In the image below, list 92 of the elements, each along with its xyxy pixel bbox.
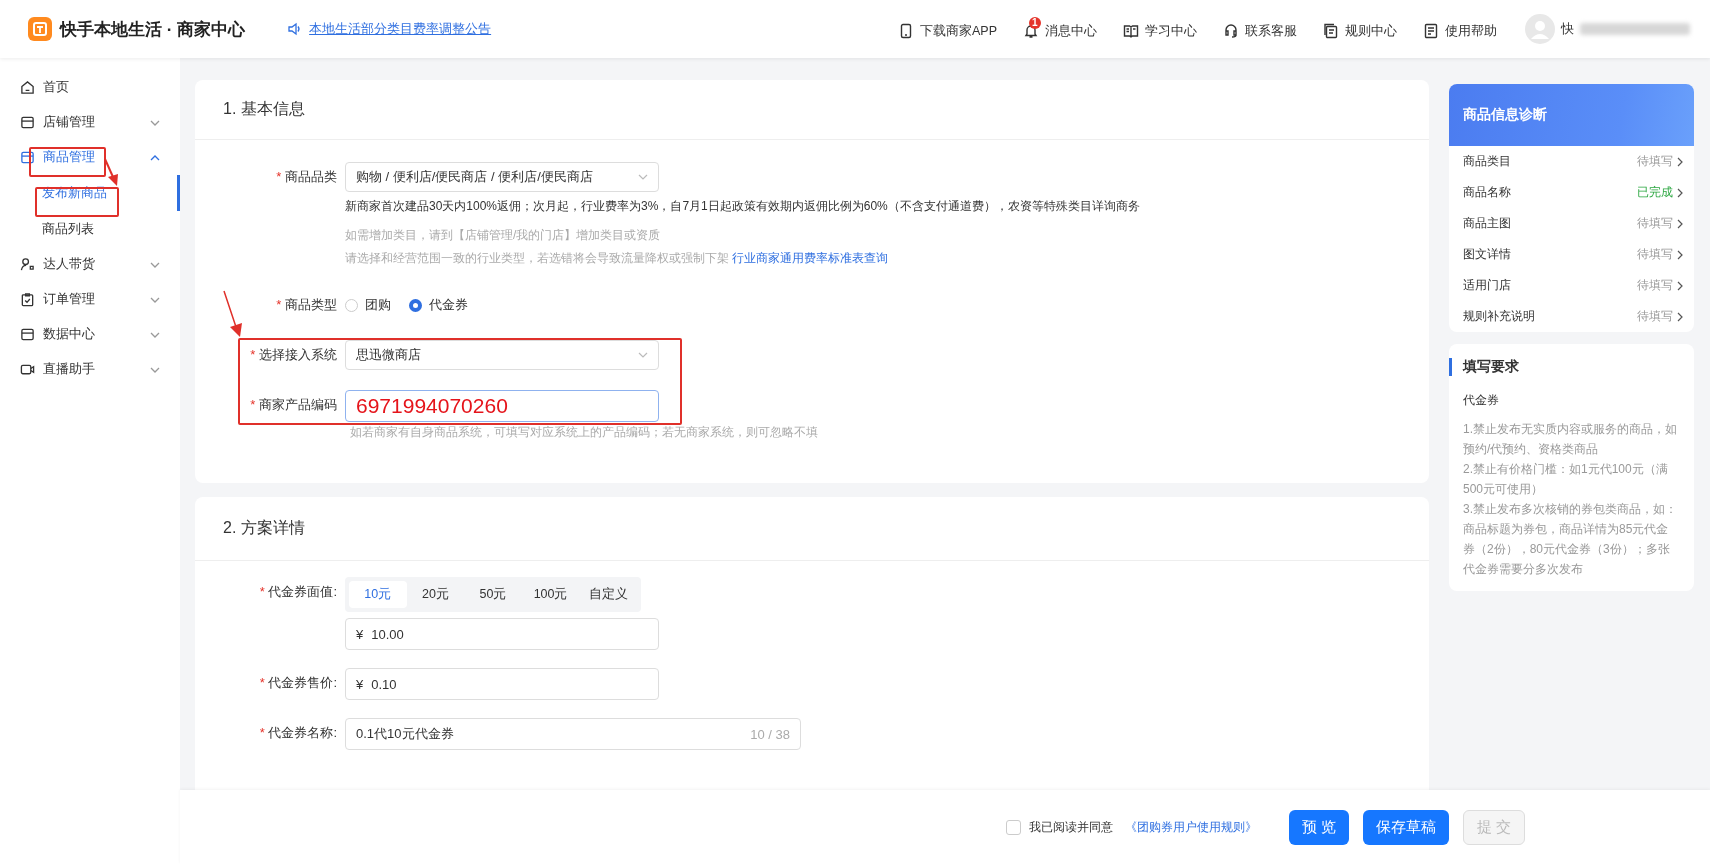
app-title: 快手本地生活 · 商家中心 (60, 18, 246, 41)
sidebar-item[interactable]: 首页 (0, 70, 180, 105)
save-draft-button[interactable]: 保存草稿 (1362, 809, 1449, 845)
radio-option[interactable]: 代金券 (409, 290, 468, 320)
agree-checkbox[interactable] (1005, 819, 1021, 835)
price-field[interactable]: ¥ 0.10 (345, 668, 659, 700)
value-option[interactable]: 20元 (406, 581, 465, 608)
chevron-down-icon (638, 352, 648, 358)
diagnosis-item[interactable]: 图文详情 待填写 (1449, 239, 1694, 270)
document-icon (1323, 23, 1339, 39)
phone-icon (898, 23, 914, 39)
camera-icon (20, 362, 35, 377)
hint-text: 请选择和经营范围一致的行业类型，若选错将会导致流量降权或强制下架 (345, 251, 729, 265)
field-label: * 代金券售价: (259, 674, 337, 692)
chevron-right-icon (1677, 249, 1683, 260)
chevron-down-icon (638, 174, 648, 180)
announcement-link[interactable]: 本地生活部分类目费率调整公告 (287, 20, 492, 38)
chevron-right-icon (1677, 187, 1683, 198)
requirement-text: 3.禁止发布多次核销的券包类商品，如：商品标题为券包，商品详情为85元代金券（2份），80元代金券（3份）；多张代金券需要分多次发布 (1463, 501, 1678, 578)
chevron-up-icon (150, 154, 160, 161)
user-name: 快 (1561, 20, 1574, 38)
rules-link[interactable]: 《团购券用户使用规则》 (1124, 818, 1257, 836)
nav-link[interactable]: 使用帮助 (1421, 14, 1499, 44)
card-title: 填写要求 (1449, 358, 1680, 376)
nav-link[interactable]: 下载商家APP (896, 14, 999, 44)
hint-text: 如若商家有自身商品系统，可填写对应系统上的产品编码；若无商家系统，则可忽略不填 (350, 424, 819, 441)
notification-badge: 1 (1029, 17, 1041, 29)
category-select[interactable]: 购物 / 便利店/便民商店 / 便利店/便民商店 (345, 162, 659, 192)
voucher-name-field[interactable]: 0.1代10元代金券 10 / 38 (345, 718, 801, 750)
store-icon (20, 115, 35, 130)
book-icon (1123, 23, 1139, 39)
sidebar-item[interactable]: 商品管理 (0, 140, 180, 175)
requirements-subtitle: 代金券 (1463, 392, 1500, 409)
value-option[interactable]: 10元 (349, 581, 407, 608)
face-value-field[interactable]: ¥ 10.00 (345, 618, 659, 650)
chevron-down-icon (150, 331, 160, 338)
system-select[interactable]: 思迅微商店 (345, 340, 659, 370)
requirement-text: 2.禁止有价格门槛：如1元代100元（满500元可使用） (1463, 461, 1669, 498)
field-label: * 商家产品编码 (250, 396, 337, 414)
diagnosis-item[interactable]: 商品名称 已完成 (1449, 177, 1694, 208)
home-icon (20, 80, 35, 95)
annotation-arrow (103, 158, 119, 188)
chevron-right-icon (1677, 280, 1683, 291)
policy-text: 新商家首次建品30天内100%返佣；次月起，行业费率为3%，自7月1日起政策有效期内返佣比例为60%（不含支付通道费），农资等特殊类目详询商务 (345, 198, 1140, 215)
annotation-arrow (222, 290, 244, 338)
field-label: * 商品品类 (276, 168, 337, 186)
chevron-right-icon (1677, 218, 1683, 229)
nav-link[interactable]: 1 消息中心 (1021, 14, 1099, 44)
box-icon (20, 327, 35, 342)
nav-link[interactable]: 联系客服 (1221, 14, 1299, 44)
rate-table-link[interactable]: 行业商家通用费率标准表查询 (732, 251, 889, 265)
logo-icon (28, 17, 52, 41)
box-icon (20, 150, 35, 165)
diagnosis-item[interactable]: 商品类目 待填写 (1449, 146, 1694, 177)
chevron-down-icon (150, 261, 160, 268)
chevron-down-icon (150, 296, 160, 303)
sidebar-item[interactable]: 直播助手 (0, 352, 180, 387)
note-icon (1423, 23, 1439, 39)
sidebar-item[interactable]: 数据中心 (0, 317, 180, 352)
nav-link[interactable]: 学习中心 (1121, 14, 1199, 44)
value-option[interactable]: 50元 (464, 581, 522, 608)
sidebar-subitem[interactable]: 商品列表 (0, 211, 180, 247)
diagnosis-header: 商品信息诊断 (1449, 84, 1694, 146)
field-label: * 选择接入系统 (250, 346, 337, 364)
chevron-right-icon (1677, 311, 1683, 322)
product-code-field[interactable]: 6971994070260 (345, 390, 659, 422)
value-option[interactable]: 自定义 (579, 581, 637, 608)
chevron-right-icon (1677, 156, 1683, 167)
diagnosis-item[interactable]: 规则补充说明 待填写 (1449, 301, 1694, 332)
chevron-down-icon (150, 119, 160, 126)
preview-button[interactable]: 预 览 (1288, 809, 1349, 845)
diagnosis-item[interactable]: 商品主图 待填写 (1449, 208, 1694, 239)
agree-label: 我已阅读并同意 (1028, 818, 1113, 836)
field-label: * 代金券面值: (259, 583, 337, 601)
chevron-down-icon (150, 366, 160, 373)
field-label: * 商品类型 (276, 296, 337, 314)
person-icon (20, 257, 35, 272)
sidebar-item[interactable]: 店铺管理 (0, 105, 180, 140)
hint-text: 如需增加类目，请到【店铺管理/我的门店】增加类目或资质 (345, 227, 662, 244)
diagnosis-item[interactable]: 适用门店 待填写 (1449, 270, 1694, 301)
requirement-text: 1.禁止发布无实质内容或服务的商品，如预约/代预约、资格类商品 (1463, 421, 1678, 458)
nav-link[interactable]: 规则中心 (1321, 14, 1399, 44)
radio-option[interactable]: 团购 (345, 290, 391, 320)
headset-icon (1223, 23, 1239, 39)
radio-button[interactable] (409, 298, 422, 312)
section-title: 1. 基本信息 (195, 80, 1429, 140)
field-label: * 代金券名称: (259, 724, 337, 742)
section-title: 2. 方案详情 (195, 497, 1429, 561)
sidebar-item[interactable]: 订单管理 (0, 282, 180, 317)
value-option[interactable]: 100元 (521, 581, 580, 608)
sidebar-item[interactable]: 达人带货 (0, 247, 180, 282)
clipboard-icon (20, 292, 35, 307)
